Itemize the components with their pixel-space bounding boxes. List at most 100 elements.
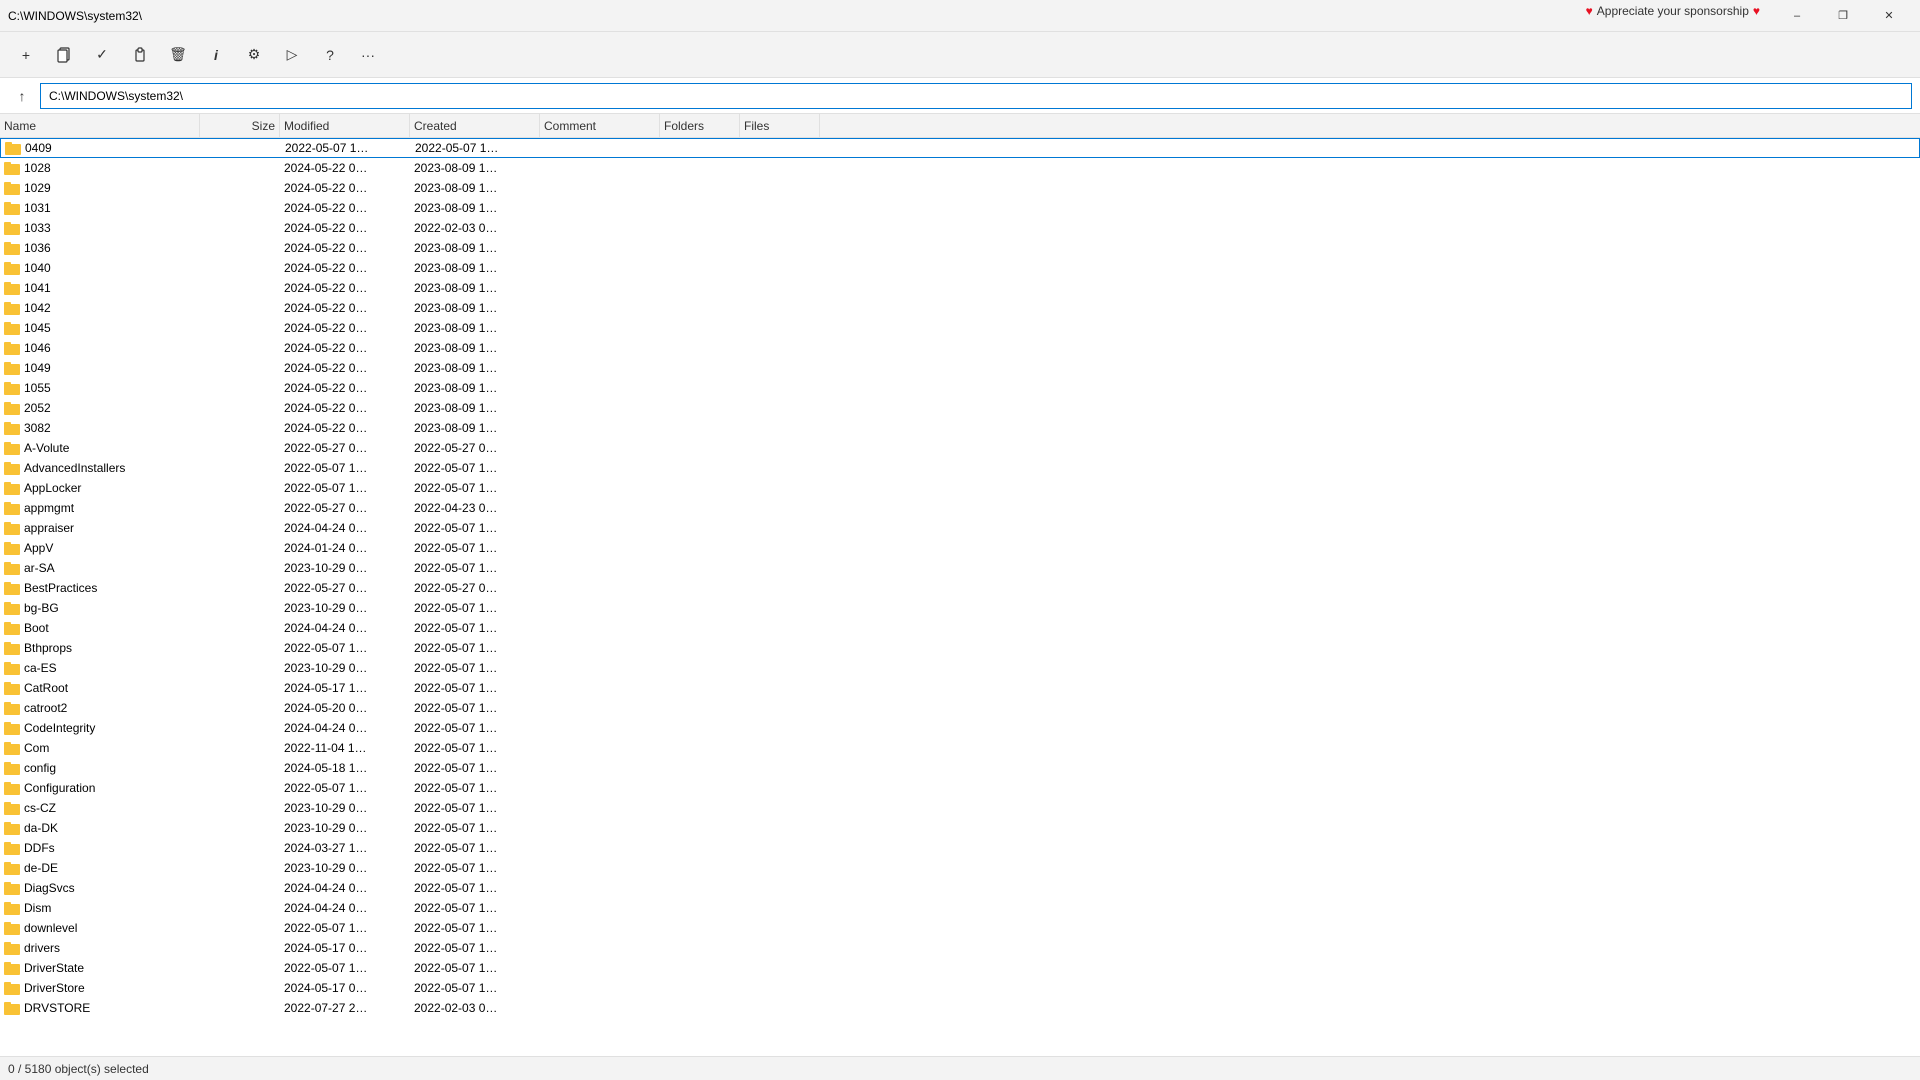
table-row[interactable]: A-Volute2022-05-27 0…2022-05-27 0… [0,438,1920,458]
file-modified-cell: 2023-10-29 0… [280,798,410,818]
table-row[interactable]: DRVSTORE2022-07-27 2…2022-02-03 0… [0,998,1920,1018]
file-comment-cell [540,538,660,558]
col-header-files[interactable]: Files [740,114,820,137]
file-name-cell: AppV [0,538,200,558]
table-row[interactable]: 10332024-05-22 0…2022-02-03 0… [0,218,1920,238]
file-size-cell [200,618,280,638]
table-row[interactable]: 10492024-05-22 0…2023-08-09 1… [0,358,1920,378]
file-folders-cell [660,318,740,338]
file-created-cell: 2023-08-09 1… [410,318,540,338]
run-button[interactable]: ▷ [274,37,310,73]
window-controls: ♥ Appreciate your sponsorship ♥ – ❐ ✕ [1774,0,1912,32]
col-header-folders[interactable]: Folders [660,114,740,137]
file-files-cell [740,198,820,218]
info-button[interactable]: i [198,37,234,73]
file-comment-cell [540,818,660,838]
file-modified-cell: 2022-05-07 1… [280,778,410,798]
table-row[interactable]: DriverStore2024-05-17 0…2022-05-07 1… [0,978,1920,998]
file-name-cell: 1040 [0,258,200,278]
clipboard-button[interactable] [122,37,158,73]
table-row[interactable]: AdvancedInstallers2022-05-07 1…2022-05-0… [0,458,1920,478]
file-folders-cell [660,518,740,538]
table-row[interactable]: Com2022-11-04 1…2022-05-07 1… [0,738,1920,758]
file-size-cell [200,818,280,838]
file-folders-cell [660,718,740,738]
file-files-cell [740,858,820,878]
file-comment-cell [540,798,660,818]
settings-button[interactable]: ⚙ [236,37,272,73]
copy-path-button[interactable] [46,37,82,73]
table-row[interactable]: ar-SA2023-10-29 0…2022-05-07 1… [0,558,1920,578]
col-header-modified[interactable]: Modified [280,114,410,137]
up-button[interactable]: ↑ [8,82,36,110]
table-row[interactable]: downlevel2022-05-07 1…2022-05-07 1… [0,918,1920,938]
new-button[interactable]: + [8,37,44,73]
table-row[interactable]: 20522024-05-22 0…2023-08-09 1… [0,398,1920,418]
file-name: config [24,761,56,775]
restore-button[interactable]: ❐ [1820,0,1866,32]
table-row[interactable]: 30822024-05-22 0…2023-08-09 1… [0,418,1920,438]
file-files-cell [740,658,820,678]
table-row[interactable]: Boot2024-04-24 0…2022-05-07 1… [0,618,1920,638]
table-row[interactable]: 10312024-05-22 0…2023-08-09 1… [0,198,1920,218]
help-button[interactable]: ? [312,37,348,73]
table-row[interactable]: appraiser2024-04-24 0…2022-05-07 1… [0,518,1920,538]
table-row[interactable]: de-DE2023-10-29 0…2022-05-07 1… [0,858,1920,878]
table-row[interactable]: DiagSvcs2024-04-24 0…2022-05-07 1… [0,878,1920,898]
delete-button[interactable]: 🗑 [160,37,196,73]
table-row[interactable]: 10412024-05-22 0…2023-08-09 1… [0,278,1920,298]
table-row[interactable]: ca-ES2023-10-29 0…2022-05-07 1… [0,658,1920,678]
close-button[interactable]: ✕ [1866,0,1912,32]
table-row[interactable]: 10292024-05-22 0…2023-08-09 1… [0,178,1920,198]
table-row[interactable]: 10282024-05-22 0…2023-08-09 1… [0,158,1920,178]
address-input[interactable] [40,83,1912,109]
table-row[interactable]: drivers2024-05-17 0…2022-05-07 1… [0,938,1920,958]
table-row[interactable]: DriverState2022-05-07 1…2022-05-07 1… [0,958,1920,978]
file-name-cell: CodeIntegrity [0,718,200,738]
col-header-created[interactable]: Created [410,114,540,137]
file-folders-cell [660,778,740,798]
table-row[interactable]: 10452024-05-22 0…2023-08-09 1… [0,318,1920,338]
table-row[interactable]: config2024-05-18 1…2022-05-07 1… [0,758,1920,778]
table-row[interactable]: AppLocker2022-05-07 1…2022-05-07 1… [0,478,1920,498]
more-button[interactable]: ··· [350,37,386,73]
file-name-cell: bg-BG [0,598,200,618]
file-modified-cell: 2024-04-24 0… [280,718,410,738]
file-name-cell: 2052 [0,398,200,418]
minimize-button[interactable]: – [1774,0,1820,32]
table-row[interactable]: BestPractices2022-05-27 0…2022-05-27 0… [0,578,1920,598]
table-row[interactable]: 10552024-05-22 0…2023-08-09 1… [0,378,1920,398]
file-name: Boot [24,621,49,635]
file-name-cell: AppLocker [0,478,200,498]
col-header-size[interactable]: Size [200,114,280,137]
col-header-name[interactable]: Name [0,114,200,137]
table-row[interactable]: 10462024-05-22 0…2023-08-09 1… [0,338,1920,358]
file-created-cell: 2022-05-07 1… [410,918,540,938]
file-folders-cell [660,758,740,778]
table-row[interactable]: cs-CZ2023-10-29 0…2022-05-07 1… [0,798,1920,818]
table-row[interactable]: DDFs2024-03-27 1…2022-05-07 1… [0,838,1920,858]
table-row[interactable]: Dism2024-04-24 0…2022-05-07 1… [0,898,1920,918]
file-size-cell [200,978,280,998]
file-files-cell [740,478,820,498]
table-row[interactable]: catroot22024-05-20 0…2022-05-07 1… [0,698,1920,718]
table-row[interactable]: 10422024-05-22 0…2023-08-09 1… [0,298,1920,318]
file-created-cell: 2022-05-07 1… [410,758,540,778]
table-row[interactable]: CodeIntegrity2024-04-24 0…2022-05-07 1… [0,718,1920,738]
table-row[interactable]: Bthprops2022-05-07 1…2022-05-07 1… [0,638,1920,658]
table-row[interactable]: AppV2024-01-24 0…2022-05-07 1… [0,538,1920,558]
table-row[interactable]: Configuration2022-05-07 1…2022-05-07 1… [0,778,1920,798]
table-row[interactable]: CatRoot2024-05-17 1…2022-05-07 1… [0,678,1920,698]
folder-icon [4,322,20,335]
table-row[interactable]: bg-BG2023-10-29 0…2022-05-07 1… [0,598,1920,618]
table-row[interactable]: 04092022-05-07 1…2022-05-07 1… [0,138,1920,158]
table-row[interactable]: da-DK2023-10-29 0…2022-05-07 1… [0,818,1920,838]
check-button[interactable]: ✓ [84,37,120,73]
table-row[interactable]: appmgmt2022-05-27 0…2022-04-23 0… [0,498,1920,518]
file-name: 3082 [24,421,51,435]
file-folders-cell [660,398,740,418]
table-row[interactable]: 10402024-05-22 0…2023-08-09 1… [0,258,1920,278]
table-row[interactable]: 10362024-05-22 0…2023-08-09 1… [0,238,1920,258]
folder-icon [4,642,20,655]
col-header-comment[interactable]: Comment [540,114,660,137]
